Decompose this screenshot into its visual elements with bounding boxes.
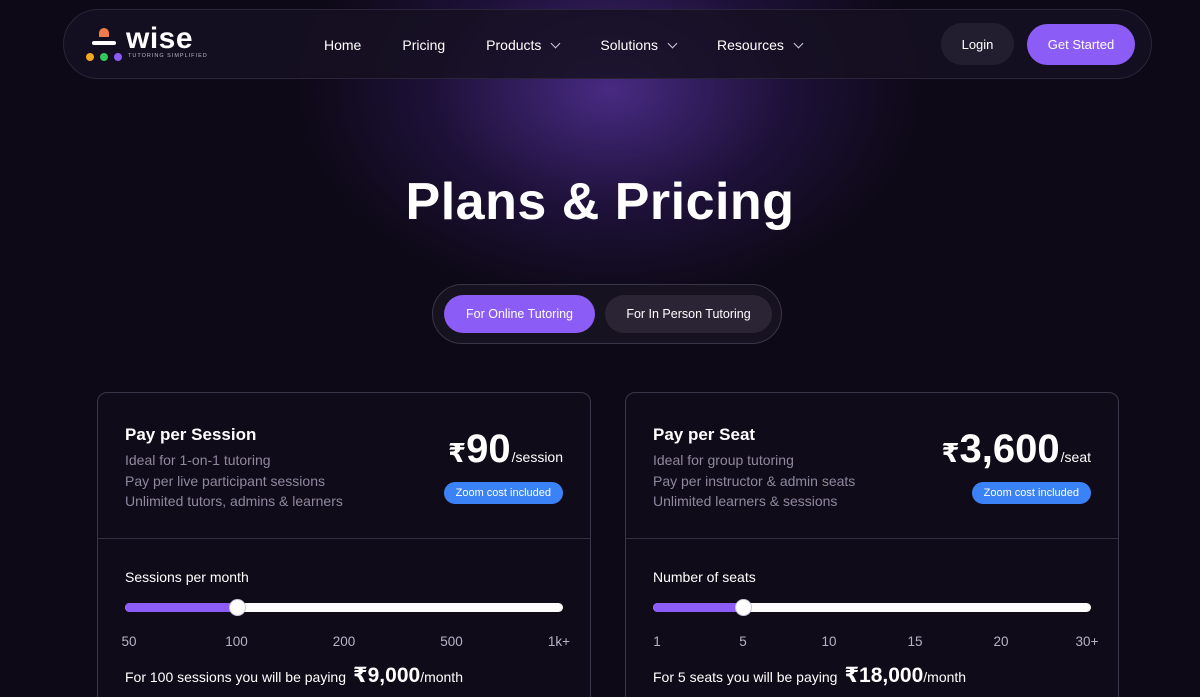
summary-text: For 5 seats you will be paying <box>653 669 838 685</box>
price-value: 3,600 <box>959 427 1060 471</box>
nav-item-home[interactable]: Home <box>324 37 361 53</box>
slider-thumb[interactable] <box>228 599 246 616</box>
price-unit: /seat <box>1060 449 1091 465</box>
chevron-down-icon <box>667 38 678 48</box>
slider-tick-label: 50 <box>121 634 137 649</box>
logo-head-shape <box>99 28 109 37</box>
nav-item-label: Home <box>324 37 362 53</box>
plan-card-pay-per-seat: Pay per Seat Ideal for group tutoring Pa… <box>625 392 1119 697</box>
slider-label: Number of seats <box>653 569 756 585</box>
primary-nav: Home Pricing Products Solutions Resource… <box>324 10 843 80</box>
plan-feature: Unlimited learners & sessions <box>653 493 838 509</box>
login-button[interactable]: Login <box>941 23 1014 65</box>
slider-tick-label: 500 <box>440 634 463 649</box>
slider-thumb[interactable] <box>735 599 752 616</box>
nav-item-resources[interactable]: Resources <box>717 37 804 53</box>
top-navigation-bar: wise TUTORING SIMPLIFIED Home Pricing Pr… <box>63 9 1152 79</box>
summary-text: For 100 sessions you will be paying <box>125 669 347 685</box>
nav-item-products[interactable]: Products <box>486 37 561 53</box>
page-title: Plans & Pricing <box>405 173 795 231</box>
slider-tick-label: 10 <box>821 634 837 649</box>
slider-tick-label: 15 <box>907 634 923 649</box>
nav-item-solutions[interactable]: Solutions <box>600 37 678 53</box>
logo-bar-shape <box>92 41 116 45</box>
brand-tagline: TUTORING SIMPLIFIED <box>128 53 208 59</box>
summary-amount: ₹18,000 <box>844 664 924 687</box>
zoom-cost-badge: Zoom cost included <box>971 482 1091 504</box>
plan-title: Pay per Session <box>125 425 257 444</box>
slider-tick-label: 1 <box>653 634 661 649</box>
plan-feature: Ideal for group tutoring <box>653 452 794 468</box>
nav-item-label: Solutions <box>600 37 658 53</box>
summary-unit: /month <box>923 669 967 685</box>
logo-dot-orange <box>86 53 94 61</box>
card-divider <box>626 538 1118 539</box>
plan-feature: Unlimited tutors, admins & learners <box>125 493 343 509</box>
summary-unit: /month <box>420 669 463 685</box>
get-started-button[interactable]: Get Started <box>1027 24 1135 65</box>
slider-tick-label: 20 <box>993 634 1009 649</box>
zoom-cost-badge: Zoom cost included <box>443 482 563 504</box>
slider-tick-label: 1k+ <box>547 634 571 649</box>
slider-tick-label: 5 <box>739 634 747 649</box>
wise-logo[interactable]: wise TUTORING SIMPLIFIED <box>86 22 216 64</box>
slider-tick-label: 30+ <box>1075 634 1099 649</box>
tutoring-mode-toggle: For Online Tutoring For In Person Tutori… <box>432 284 782 344</box>
price-unit: /session <box>511 449 563 465</box>
nav-item-label: Pricing <box>402 37 446 53</box>
slider-tick-label: 100 <box>225 634 248 649</box>
plan-title: Pay per Seat <box>653 425 756 444</box>
nav-item-pricing[interactable]: Pricing <box>402 37 445 53</box>
toggle-online-tutoring[interactable]: For Online Tutoring <box>444 295 595 333</box>
price-currency: ₹ <box>941 438 960 468</box>
plan-feature: Pay per instructor & admin seats <box>653 473 856 489</box>
wise-logo-icon <box>86 28 126 62</box>
nav-item-label: Products <box>486 37 542 53</box>
price-summary: For 5 seats you will be paying ₹18,000 /… <box>653 663 966 688</box>
brand-name: wise <box>126 22 194 55</box>
chevron-down-icon <box>550 38 561 48</box>
plan-price: ₹ 90 /session <box>448 427 563 472</box>
toggle-in-person-tutoring[interactable]: For In Person Tutoring <box>605 295 772 333</box>
slider-label: Sessions per month <box>125 569 249 585</box>
seats-slider[interactable] <box>653 599 1091 616</box>
summary-amount: ₹9,000 <box>353 664 421 687</box>
logo-dot-purple <box>114 53 122 61</box>
logo-dot-green <box>100 53 108 61</box>
nav-item-label: Resources <box>717 37 784 53</box>
plan-feature: Pay per live participant sessions <box>125 473 325 489</box>
card-divider <box>98 538 590 539</box>
plan-feature: Ideal for 1-on-1 tutoring <box>125 452 271 468</box>
sessions-slider[interactable] <box>125 599 563 616</box>
slider-fill <box>125 603 237 612</box>
price-summary: For 100 sessions you will be paying ₹9,0… <box>125 663 463 688</box>
price-value: 90 <box>466 427 511 471</box>
chevron-down-icon <box>793 38 804 48</box>
price-currency: ₹ <box>448 438 467 468</box>
slider-fill <box>653 603 743 612</box>
plan-card-pay-per-session: Pay per Session Ideal for 1-on-1 tutorin… <box>97 392 591 697</box>
plan-price: ₹ 3,600 /seat <box>941 427 1091 472</box>
slider-tick-label: 200 <box>332 634 356 649</box>
